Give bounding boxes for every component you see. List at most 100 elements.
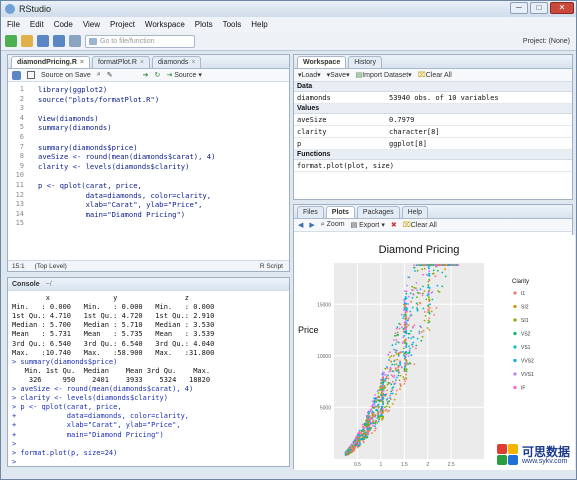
code-line[interactable]: summary(diamonds$price) — [38, 143, 138, 152]
workspace-row[interactable]: clarity character[8] — [294, 126, 572, 138]
menu-file[interactable]: File — [7, 20, 20, 29]
code-line[interactable]: main="Diamond Pricing") — [38, 210, 186, 219]
scatter-point — [362, 425, 365, 428]
tab-help[interactable]: Help — [401, 206, 429, 218]
forward-arrow-icon[interactable]: ▶ — [309, 221, 314, 229]
scatter-point — [411, 345, 414, 348]
scatter-point — [408, 332, 411, 335]
close-tab-icon[interactable]: × — [140, 59, 144, 66]
scatter-point — [368, 412, 370, 415]
workspace-row[interactable]: format.plot(plot, size) — [294, 160, 572, 172]
scatter-point — [426, 294, 429, 297]
file-type[interactable]: R Script — [260, 263, 289, 270]
zoom-button[interactable]: ⌕ Zoom — [321, 221, 345, 229]
scatter-point — [351, 445, 354, 448]
tab-files[interactable]: Files — [297, 206, 324, 218]
export-button[interactable]: ▤ Export ▾ — [351, 221, 385, 229]
main-toolbar: Go to file/function Project: (None) — [1, 32, 576, 51]
scatter-point — [385, 375, 388, 378]
menu-plots[interactable]: Plots — [195, 20, 213, 29]
scatter-point — [402, 376, 405, 378]
legend-key — [513, 358, 517, 363]
code-line[interactable]: aveSize <- round(mean(diamonds$carat), 4… — [38, 152, 215, 161]
save-icon[interactable] — [12, 70, 21, 80]
scatter-point — [382, 381, 385, 383]
scatter-point — [391, 370, 394, 372]
code-line[interactable]: summary(diamonds) — [38, 123, 112, 132]
menu-project[interactable]: Project — [110, 20, 135, 29]
rerun-icon[interactable]: ↻ — [154, 71, 160, 79]
workspace-row[interactable]: p ggplot[8] — [294, 138, 572, 150]
code-line[interactable]: source("plots/formatPlot.R") — [38, 95, 159, 104]
clear-all-button[interactable]: ⌧Clear All — [418, 71, 452, 79]
load-button[interactable]: ▾Load▾ — [298, 71, 321, 79]
scatter-point — [428, 317, 430, 319]
goto-file-input[interactable]: Go to file/function — [85, 34, 195, 48]
run-icon[interactable]: ➔ — [143, 71, 149, 79]
scatter-point — [358, 434, 360, 437]
source-button[interactable]: ⇥ Source ▾ — [166, 71, 201, 79]
code-line[interactable]: xlab="Carat", ylab="Price", — [38, 200, 203, 209]
import-dataset-button[interactable]: ▤Import Dataset▾ — [356, 71, 412, 79]
code-line[interactable]: library(ggplot2) — [38, 85, 107, 94]
project-menu[interactable]: Project: (None) — [523, 38, 570, 45]
tab-diamonds[interactable]: diamonds × — [152, 56, 202, 68]
tab-diamondpricing[interactable]: diamondPricing.R × — [11, 56, 90, 68]
scatter-point — [444, 268, 446, 271]
scatter-point — [404, 380, 406, 383]
code-area[interactable]: 1 library(ggplot2) 2 source("plots/formatPl… — [8, 83, 289, 259]
scatter-point — [413, 286, 416, 289]
menu-tools[interactable]: Tools — [223, 20, 242, 29]
clear-all-plots-button[interactable]: ⌧Clear All — [403, 221, 437, 229]
scatter-point — [430, 310, 433, 313]
console-output[interactable]: x y z Min. : 0.000 Min. : 0.000 Min. : 0.… — [8, 292, 289, 466]
code-line[interactable]: View(diamonds) — [38, 114, 99, 123]
workspace-row[interactable]: aveSize 0.7979 — [294, 114, 572, 126]
legend-label: IF — [521, 386, 525, 392]
save-all-icon[interactable] — [53, 35, 65, 47]
wand-icon[interactable]: ✎ — [107, 71, 113, 79]
tab-plots[interactable]: Plots — [325, 206, 355, 218]
open-file-icon[interactable] — [21, 35, 33, 47]
menu-code[interactable]: Code — [54, 20, 73, 29]
scatter-point — [390, 360, 392, 363]
close-button[interactable]: ✕ — [550, 2, 574, 14]
tab-packages[interactable]: Packages — [356, 206, 400, 218]
minimize-button[interactable]: ─ — [510, 2, 528, 14]
save-button[interactable]: ▾Save▾ — [327, 71, 350, 79]
code-line[interactable]: clarity <- levels(diamonds$clarity) — [38, 162, 189, 171]
tab-formatplot[interactable]: formatPlot.R × — [92, 56, 150, 68]
scatter-point — [435, 307, 438, 309]
maximize-button[interactable]: □ — [530, 2, 548, 14]
tab-history[interactable]: History — [348, 56, 383, 68]
menu-edit[interactable]: Edit — [30, 20, 44, 29]
save-icon[interactable] — [37, 35, 49, 47]
scatter-point — [366, 422, 368, 424]
print-icon[interactable] — [69, 35, 81, 47]
menu-workspace[interactable]: Workspace — [145, 20, 185, 29]
code-line[interactable]: data=diamonds, color=clarity, — [38, 191, 212, 200]
scatter-point — [377, 404, 379, 407]
menu-help[interactable]: Help — [251, 20, 267, 29]
scope-indicator[interactable]: (Top Level) — [35, 263, 67, 270]
menu-view[interactable]: View — [83, 20, 100, 29]
new-file-icon[interactable] — [5, 35, 17, 47]
search-icon[interactable]: ⌕ — [97, 71, 101, 79]
legend-label: VVS2 — [521, 359, 534, 365]
close-tab-icon[interactable]: × — [80, 59, 84, 66]
code-line[interactable]: p <- qplot(carat, price, — [38, 181, 142, 190]
workspace-row[interactable]: diamonds 53940 obs. of 10 variables — [294, 92, 572, 104]
scatter-point — [416, 296, 418, 299]
scatter-point — [405, 350, 407, 353]
remove-plot-icon[interactable]: ✖ — [391, 221, 397, 229]
scatter-point — [346, 452, 349, 455]
close-tab-icon[interactable]: × — [191, 59, 195, 66]
scatter-point — [412, 289, 414, 292]
scatter-point — [415, 264, 418, 266]
scatter-point — [389, 382, 391, 384]
source-on-save-checkbox[interactable] — [27, 71, 35, 79]
tab-workspace[interactable]: Workspace — [297, 56, 347, 68]
scatter-point — [386, 401, 389, 403]
back-arrow-icon[interactable]: ◀ — [298, 221, 303, 229]
scatter-point — [367, 417, 369, 419]
